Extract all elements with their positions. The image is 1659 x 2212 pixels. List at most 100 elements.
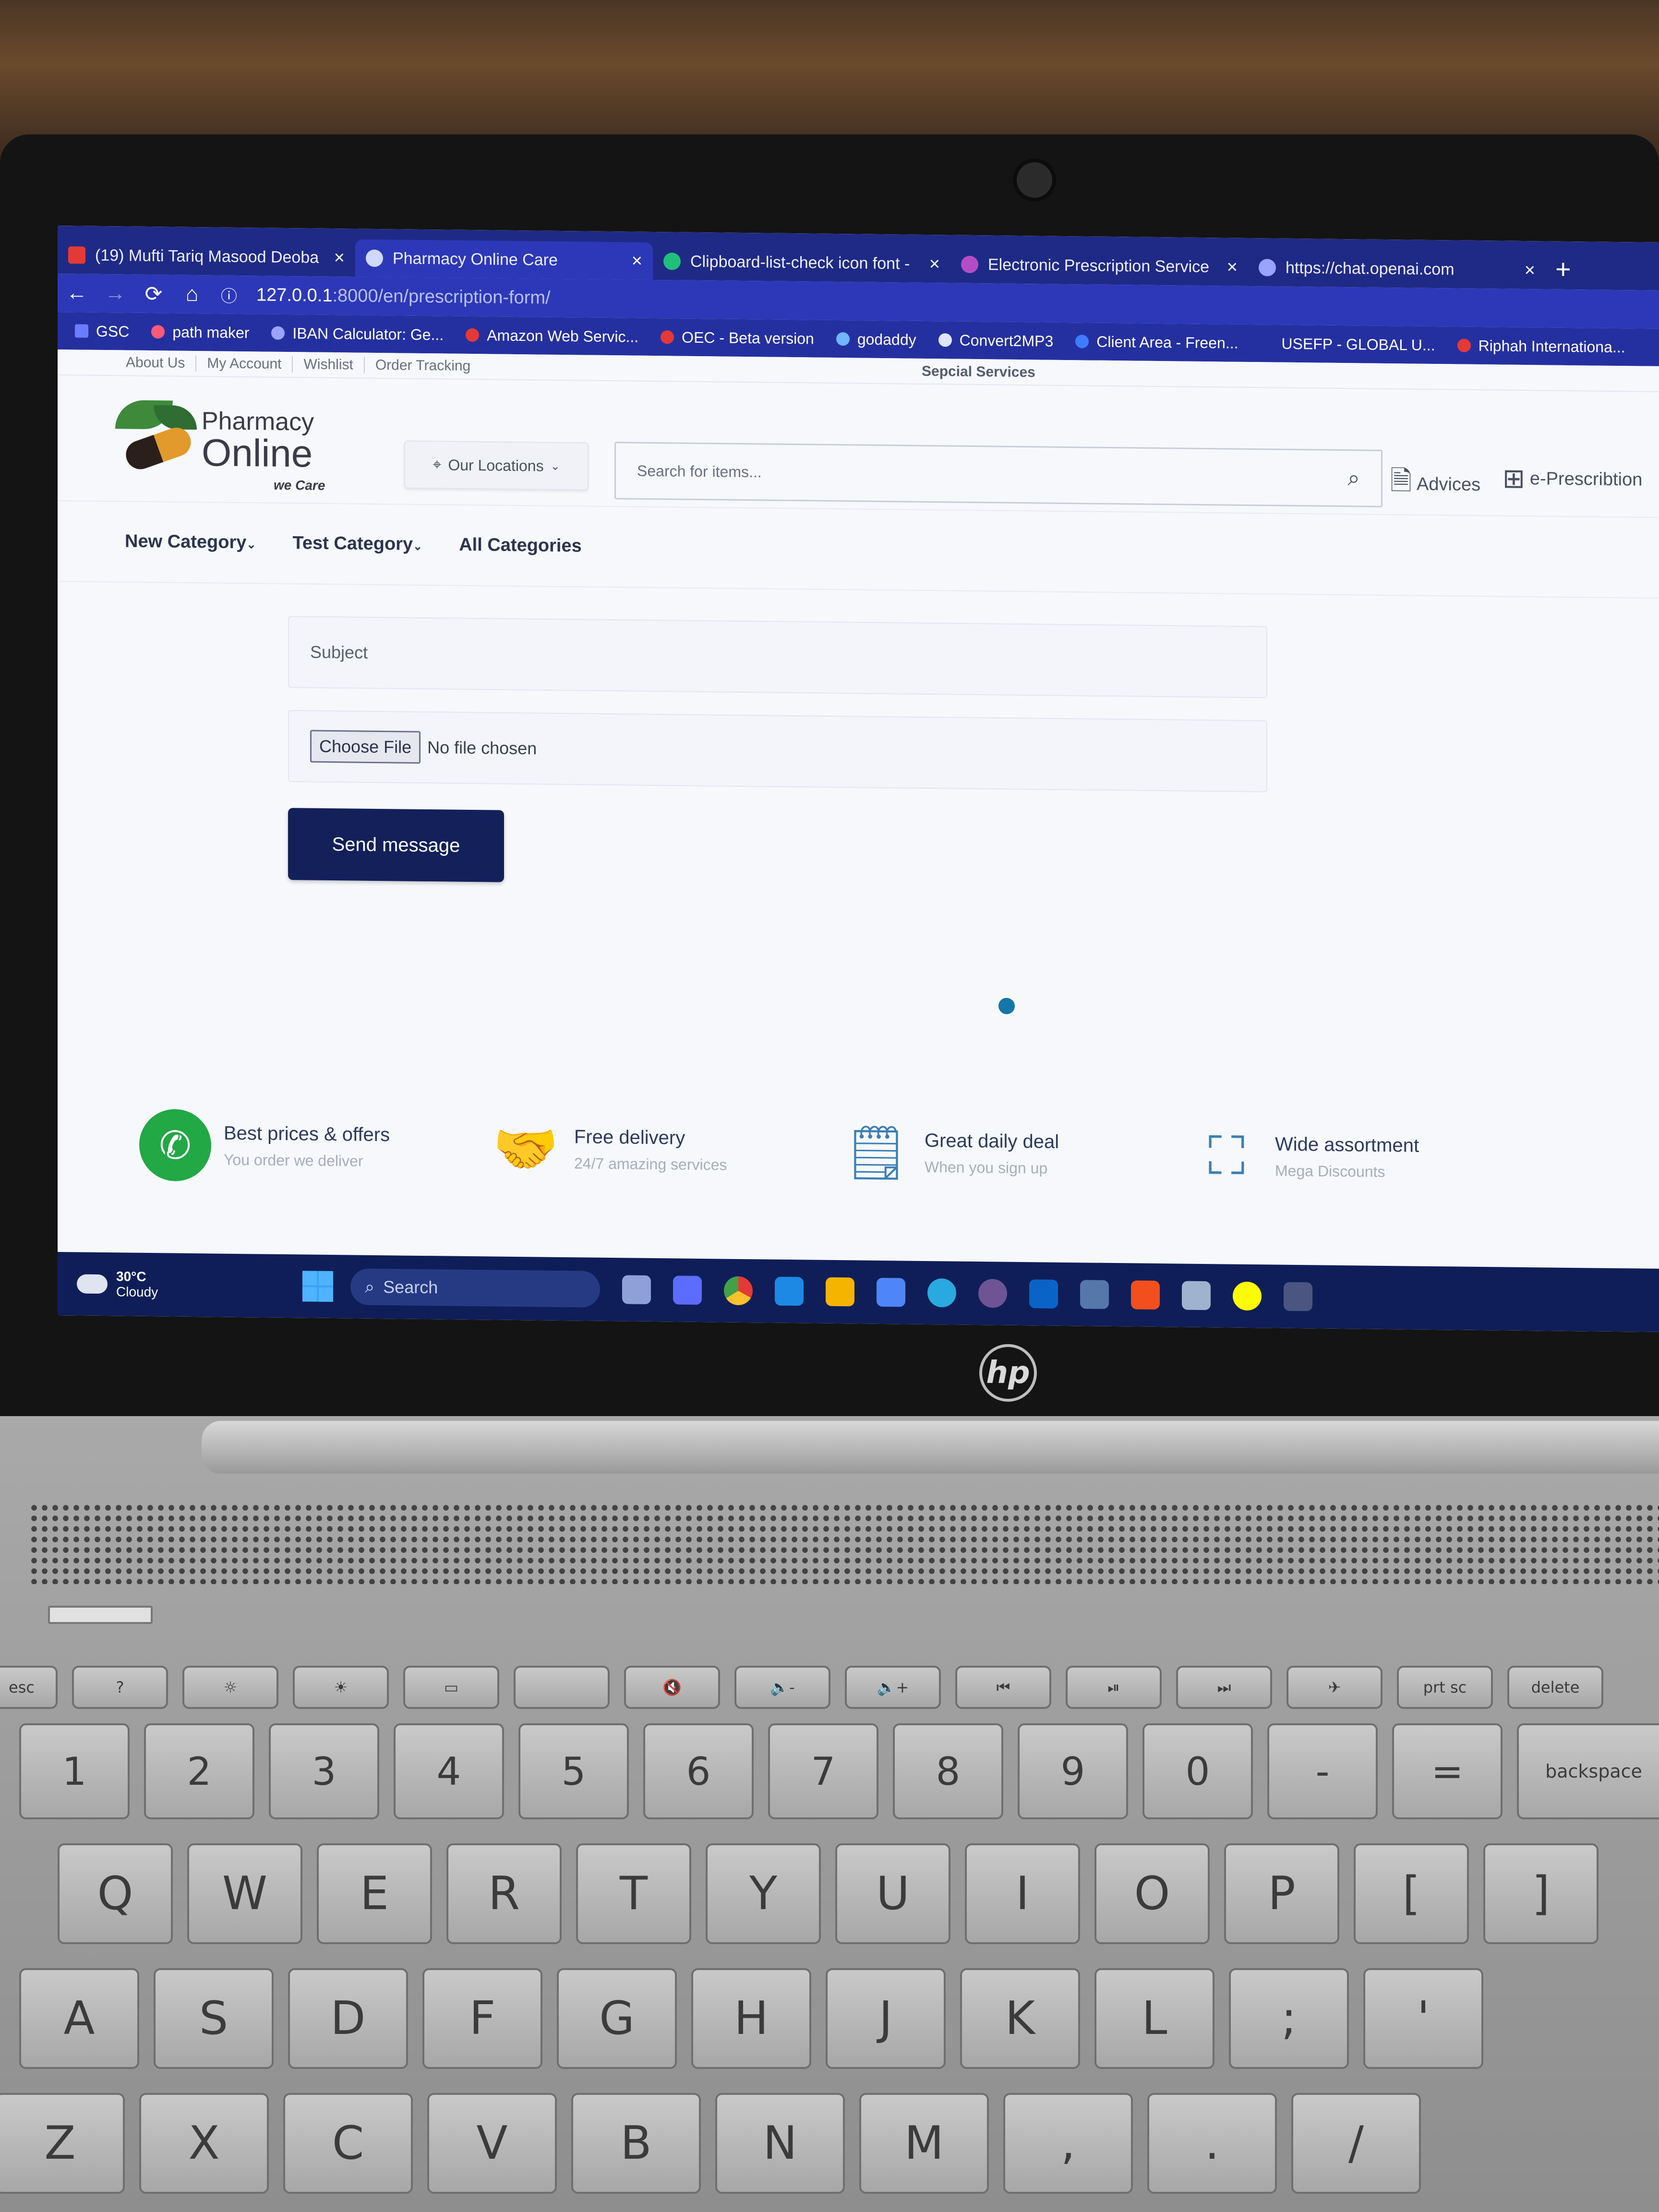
key-equals[interactable]: = bbox=[1392, 1723, 1503, 1819]
bookmark-usefp[interactable]: USEFP - GLOBAL U... bbox=[1260, 335, 1435, 354]
close-icon[interactable]: × bbox=[334, 248, 345, 268]
e-prescription-link[interactable]: ⊞ e-Prescribtion bbox=[1503, 463, 1642, 496]
key-backspace[interactable]: backspace bbox=[1517, 1723, 1659, 1819]
bookmark-client-area[interactable]: Client Area - Freen... bbox=[1075, 333, 1238, 352]
key-f[interactable]: F bbox=[422, 1968, 542, 2069]
key-1[interactable]: 1 bbox=[19, 1723, 130, 1819]
key-left-bracket[interactable]: [ bbox=[1354, 1843, 1469, 1944]
key-g[interactable]: G bbox=[557, 1968, 677, 2069]
file-explorer-icon[interactable] bbox=[826, 1277, 854, 1307]
key-f8[interactable]: 🔈+ bbox=[845, 1666, 941, 1709]
key-o[interactable]: O bbox=[1094, 1843, 1210, 1944]
snapchat-icon[interactable] bbox=[1233, 1281, 1262, 1311]
key-2[interactable]: 2 bbox=[144, 1723, 254, 1819]
my-account-link[interactable]: My Account bbox=[196, 355, 293, 373]
key-f12[interactable]: ✈ bbox=[1286, 1666, 1382, 1709]
close-icon[interactable]: × bbox=[1525, 260, 1535, 281]
key-a[interactable]: A bbox=[19, 1968, 139, 2069]
about-us-link[interactable]: About Us bbox=[115, 354, 197, 372]
key-h[interactable]: H bbox=[691, 1968, 811, 2069]
wishlist-link[interactable]: Wishlist bbox=[293, 356, 365, 373]
key-v[interactable]: V bbox=[427, 2093, 557, 2194]
tab-electronic-prescription[interactable]: Electronic Prescription Service × bbox=[950, 245, 1248, 286]
key-comma[interactable]: , bbox=[1003, 2093, 1133, 2194]
key-n[interactable]: N bbox=[715, 2093, 845, 2194]
close-icon[interactable]: × bbox=[1227, 257, 1238, 277]
key-minus[interactable]: - bbox=[1267, 1723, 1378, 1819]
key-f9[interactable]: ⏮ bbox=[955, 1666, 1051, 1709]
key-j[interactable]: J bbox=[826, 1968, 946, 2069]
key-p[interactable]: P bbox=[1224, 1843, 1339, 1944]
key-f10[interactable]: ⏯ bbox=[1066, 1666, 1162, 1709]
key-y[interactable]: Y bbox=[706, 1843, 821, 1944]
key-f1[interactable]: ? bbox=[72, 1666, 168, 1709]
key-r[interactable]: R bbox=[446, 1843, 562, 1944]
key-0[interactable]: 0 bbox=[1142, 1723, 1253, 1819]
power-button[interactable] bbox=[48, 1606, 153, 1624]
key-right-bracket[interactable]: ] bbox=[1483, 1843, 1599, 1944]
back-arrow-icon[interactable]: ← bbox=[58, 281, 96, 305]
subject-field[interactable]: Subject bbox=[288, 616, 1267, 698]
outlook-icon[interactable] bbox=[1029, 1279, 1058, 1309]
reload-icon[interactable]: ⟳ bbox=[134, 281, 173, 306]
windows-start-icon[interactable] bbox=[302, 1271, 333, 1302]
key-prtsc[interactable]: prt sc bbox=[1397, 1666, 1493, 1709]
edge-icon[interactable] bbox=[927, 1278, 956, 1308]
close-icon[interactable]: × bbox=[929, 254, 940, 275]
key-l[interactable]: L bbox=[1094, 1968, 1214, 2069]
tab-clipboard-icon-font[interactable]: Clipboard-list-check icon font - × bbox=[653, 242, 950, 283]
key-d[interactable]: D bbox=[288, 1968, 408, 2069]
choose-file-button[interactable]: Choose File bbox=[310, 730, 421, 764]
key-3[interactable]: 3 bbox=[269, 1723, 379, 1819]
key-f5[interactable] bbox=[514, 1666, 610, 1709]
key-9[interactable]: 9 bbox=[1018, 1723, 1128, 1819]
key-7[interactable]: 7 bbox=[768, 1723, 878, 1819]
key-e[interactable]: E bbox=[317, 1843, 432, 1944]
search-icon[interactable]: ⌕ bbox=[1347, 465, 1360, 492]
advices-link[interactable]: 🗎 Advices bbox=[1390, 461, 1480, 508]
nav-test-category[interactable]: Test Category⌄ bbox=[293, 533, 423, 555]
key-8[interactable]: 8 bbox=[893, 1723, 1003, 1819]
github-icon[interactable] bbox=[978, 1279, 1007, 1308]
tab-pharmacy-online-care[interactable]: Pharmacy Online Care × bbox=[355, 239, 653, 280]
pharmacy-logo[interactable]: Pharmacy Online we Care bbox=[115, 400, 336, 498]
key-x[interactable]: X bbox=[139, 2093, 269, 2194]
key-f3[interactable]: ☀ bbox=[293, 1666, 389, 1709]
nav-new-category[interactable]: New Category⌄ bbox=[125, 531, 256, 553]
bookmark-gsc[interactable]: GSC bbox=[75, 322, 129, 340]
figma-icon[interactable] bbox=[1131, 1280, 1160, 1310]
order-tracking-link[interactable]: Order Tracking bbox=[365, 357, 481, 375]
key-esc[interactable]: esc bbox=[0, 1666, 58, 1709]
url-field[interactable]: 127.0.0.1:8000/en/prescription-form/ bbox=[256, 285, 551, 308]
key-w[interactable]: W bbox=[187, 1843, 302, 1944]
nav-all-categories[interactable]: All Categories bbox=[459, 534, 582, 556]
new-tab-button[interactable]: + bbox=[1546, 253, 1586, 289]
whatsapp-icon[interactable]: ✆ bbox=[139, 1108, 211, 1182]
home-icon[interactable]: ⌂ bbox=[173, 282, 211, 307]
key-semicolon[interactable]: ; bbox=[1229, 1968, 1349, 2069]
search-input[interactable]: Search for items... ⌕ bbox=[614, 442, 1382, 507]
key-f7[interactable]: 🔈- bbox=[734, 1666, 830, 1709]
bookmark-aws[interactable]: Amazon Web Servic... bbox=[466, 326, 638, 346]
key-z[interactable]: Z bbox=[0, 2093, 125, 2194]
bookmark-iban[interactable]: IBAN Calculator: Ge... bbox=[271, 324, 444, 344]
task-view-icon[interactable] bbox=[622, 1275, 651, 1304]
key-k[interactable]: K bbox=[960, 1968, 1080, 2069]
key-q[interactable]: Q bbox=[58, 1843, 173, 1944]
our-locations-button[interactable]: ⌖ Our Locations ⌄ bbox=[404, 440, 589, 491]
site-info-icon[interactable]: ⓘ bbox=[221, 283, 237, 306]
forward-arrow-icon[interactable]: → bbox=[96, 281, 134, 306]
key-m[interactable]: M bbox=[859, 2093, 989, 2194]
bookmark-convert2mp3[interactable]: Convert2MP3 bbox=[938, 331, 1053, 350]
key-u[interactable]: U bbox=[835, 1843, 950, 1944]
tab-chatgpt[interactable]: https://chat.openai.com × bbox=[1248, 249, 1546, 289]
bookmark-oec[interactable]: OEC - Beta version bbox=[661, 328, 814, 348]
key-6[interactable]: 6 bbox=[643, 1723, 754, 1819]
key-i[interactable]: I bbox=[965, 1843, 1080, 1944]
chrome-icon[interactable] bbox=[724, 1276, 753, 1306]
key-period[interactable]: . bbox=[1147, 2093, 1277, 2194]
calculator-icon[interactable] bbox=[1080, 1280, 1109, 1309]
key-f11[interactable]: ⏭ bbox=[1176, 1666, 1272, 1709]
vscode-icon[interactable] bbox=[775, 1276, 804, 1306]
send-message-button[interactable]: Send message bbox=[288, 808, 504, 882]
